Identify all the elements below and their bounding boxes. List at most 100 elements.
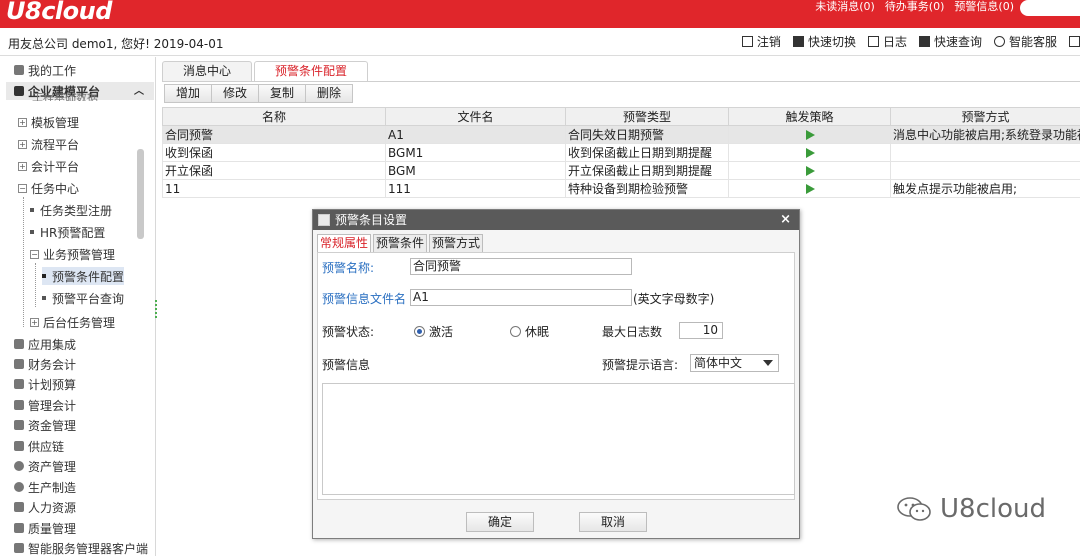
delete-button[interactable]: 删除 — [305, 84, 354, 103]
sidebar-my-work[interactable]: 我的工作 — [14, 61, 76, 79]
sidebar-module-label: 财务会计 — [28, 357, 77, 372]
sidebar-module-smart-service[interactable]: 智能服务管理器客户端 — [14, 539, 148, 556]
quick-switch-button[interactable]: 快速切换 — [792, 33, 856, 50]
alert-info-link[interactable]: 预警信息(0) — [954, 0, 1014, 14]
status-sleep-radio[interactable]: 休眠 — [510, 323, 549, 340]
max-log-input[interactable]: 10 — [679, 322, 723, 339]
tree-line — [35, 263, 36, 307]
column-header-filename[interactable]: 文件名 — [385, 107, 566, 126]
splitter-handle[interactable] — [155, 300, 157, 318]
expand-icon[interactable]: + — [18, 161, 27, 171]
log-button[interactable]: 日志 — [867, 33, 907, 50]
header-actions: 注销 快速切换 日志 快速查询 智能客服 — [741, 33, 1080, 50]
chevron-down-icon[interactable] — [763, 360, 773, 366]
quick-switch-label: 快速切换 — [807, 35, 856, 49]
sidebar-module-manufacturing[interactable]: 生产制造 — [14, 478, 76, 496]
sidebar-item-alert-config[interactable]: 预警条件配置 — [42, 267, 125, 285]
cell-name: 开立保函 — [162, 161, 386, 180]
table-row[interactable]: 开立保函 BGM 开立保函截止日期到期提醒 — [162, 161, 1080, 180]
alert-language-select[interactable]: 简体中文 — [690, 354, 779, 372]
expand-icon[interactable]: + — [18, 139, 27, 149]
sidebar-module-treasury[interactable]: 资金管理 — [14, 416, 76, 434]
watermark-text: U8cloud — [940, 494, 1046, 524]
alert-name-input[interactable]: 合同预警 — [410, 258, 632, 275]
unread-messages-link[interactable]: 未读消息(0) — [815, 0, 875, 14]
quick-query-button[interactable]: 快速查询 — [918, 33, 982, 50]
sidebar-item-process[interactable]: + 流程平台 — [18, 135, 79, 153]
column-header-trigger[interactable]: 触发策略 — [728, 107, 891, 126]
table-row[interactable]: 合同预警 A1 合同失效日期预警 消息中心功能被启用;系统登录功能被启 — [162, 125, 1080, 144]
shield-icon — [14, 523, 24, 533]
ok-button[interactable]: 确定 — [466, 512, 534, 532]
column-header-type[interactable]: 预警类型 — [565, 107, 729, 126]
edit-button[interactable]: 修改 — [211, 84, 260, 103]
sidebar-item-label: 流程平台 — [31, 137, 80, 152]
tab-message-center[interactable]: 消息中心 — [162, 61, 253, 81]
cell-name: 合同预警 — [162, 125, 386, 144]
chevron-up-icon[interactable]: ︿ — [134, 82, 144, 97]
sidebar-item-template[interactable]: + 模板管理 — [18, 113, 79, 131]
status-active-radio[interactable]: 激活 — [414, 323, 453, 340]
sidebar-my-work-label: 我的工作 — [28, 63, 77, 78]
tab-conditions[interactable]: 预警条件 — [373, 234, 428, 252]
table-row[interactable]: 收到保函 BGM1 收到保函截止日期到期提醒 — [162, 143, 1080, 162]
service-icon — [14, 543, 24, 553]
play-icon[interactable] — [806, 166, 815, 176]
sidebar-item-task-center[interactable]: − 任务中心 — [18, 179, 79, 197]
radio-checked-icon[interactable] — [414, 326, 425, 337]
sidebar-item-label: 后台任务管理 — [43, 315, 116, 330]
sidebar-item-alert-query[interactable]: 预警平台查询 — [42, 289, 124, 307]
sidebar-scrollbar[interactable] — [137, 149, 144, 239]
cell-type: 合同失效日期预警 — [565, 125, 729, 144]
cell-filename: A1 — [385, 125, 566, 144]
play-icon[interactable] — [806, 148, 815, 158]
top-search-input[interactable] — [1020, 0, 1080, 16]
sidebar-module-management-accounting[interactable]: 管理会计 — [14, 396, 76, 414]
leaf-icon — [42, 296, 46, 300]
grid-menu-button[interactable] — [1069, 33, 1080, 50]
cancel-button[interactable]: 取消 — [579, 512, 647, 532]
tab-general[interactable]: 常规属性 — [317, 234, 372, 252]
dialog-title: 预警条目设置 — [335, 213, 408, 227]
sidebar-item-hr-alert[interactable]: HR预警配置 — [30, 223, 105, 241]
sidebar: 我的工作 企业建模平台 ︿ 工程基础数据 + 模板管理 + 流程平台 + 会计平台 − 任… — [0, 57, 156, 556]
table-row[interactable]: 11 111 特种设备到期检验预警 触发点提示功能被启用; — [162, 179, 1080, 198]
alert-file-input[interactable]: A1 — [410, 289, 632, 306]
column-header-name[interactable]: 名称 — [162, 107, 386, 126]
sidebar-module-integration[interactable]: 应用集成 — [14, 335, 76, 353]
sidebar-module-budget[interactable]: 计划预算 — [14, 375, 76, 393]
smart-service-button[interactable]: 智能客服 — [993, 33, 1057, 50]
watermark: U8cloud — [896, 494, 1046, 524]
sidebar-item-label: 预警平台查询 — [52, 291, 125, 306]
column-header-method[interactable]: 预警方式 — [890, 107, 1080, 126]
copy-button[interactable]: 复制 — [258, 84, 307, 103]
sidebar-module-quality[interactable]: 质量管理 — [14, 519, 76, 537]
play-icon[interactable] — [806, 130, 815, 140]
sidebar-module-supply-chain[interactable]: 供应链 — [14, 437, 64, 455]
collapse-icon[interactable]: − — [18, 183, 27, 193]
expand-icon[interactable]: + — [30, 317, 39, 327]
logout-button[interactable]: 注销 — [741, 33, 781, 50]
sidebar-item-accounting[interactable]: + 会计平台 — [18, 157, 79, 175]
sidebar-item-task-type[interactable]: 任务类型注册 — [30, 201, 112, 219]
platform-icon — [14, 86, 24, 96]
add-button[interactable]: 增加 — [164, 84, 213, 103]
window-icon — [318, 214, 330, 226]
alert-info-textarea[interactable] — [322, 383, 795, 495]
sidebar-item-background-task[interactable]: + 后台任务管理 — [30, 313, 115, 331]
close-icon[interactable]: × — [780, 210, 791, 230]
collapse-icon[interactable]: − — [30, 249, 39, 259]
dialog-title-bar[interactable]: 预警条目设置 × — [313, 210, 799, 230]
tab-alert-config[interactable]: 预警条件配置 — [254, 61, 369, 81]
tab-methods[interactable]: 预警方式 — [429, 234, 484, 252]
sidebar-module-finance[interactable]: 财务会计 — [14, 355, 76, 373]
sidebar-item-business-alert[interactable]: − 业务预警管理 — [30, 245, 115, 263]
welcome-text: 用友总公司 demo1, 您好! 2019-04-01 — [8, 37, 224, 51]
radio-unchecked-icon[interactable] — [510, 326, 521, 337]
play-icon[interactable] — [806, 184, 815, 194]
expand-icon[interactable]: + — [18, 117, 27, 127]
sidebar-module-hr[interactable]: 人力资源 — [14, 498, 76, 516]
sidebar-module-assets[interactable]: 资产管理 — [14, 457, 76, 475]
todo-link[interactable]: 待办事务(0) — [885, 0, 945, 14]
cell-method: 消息中心功能被启用;系统登录功能被启 — [890, 125, 1080, 144]
